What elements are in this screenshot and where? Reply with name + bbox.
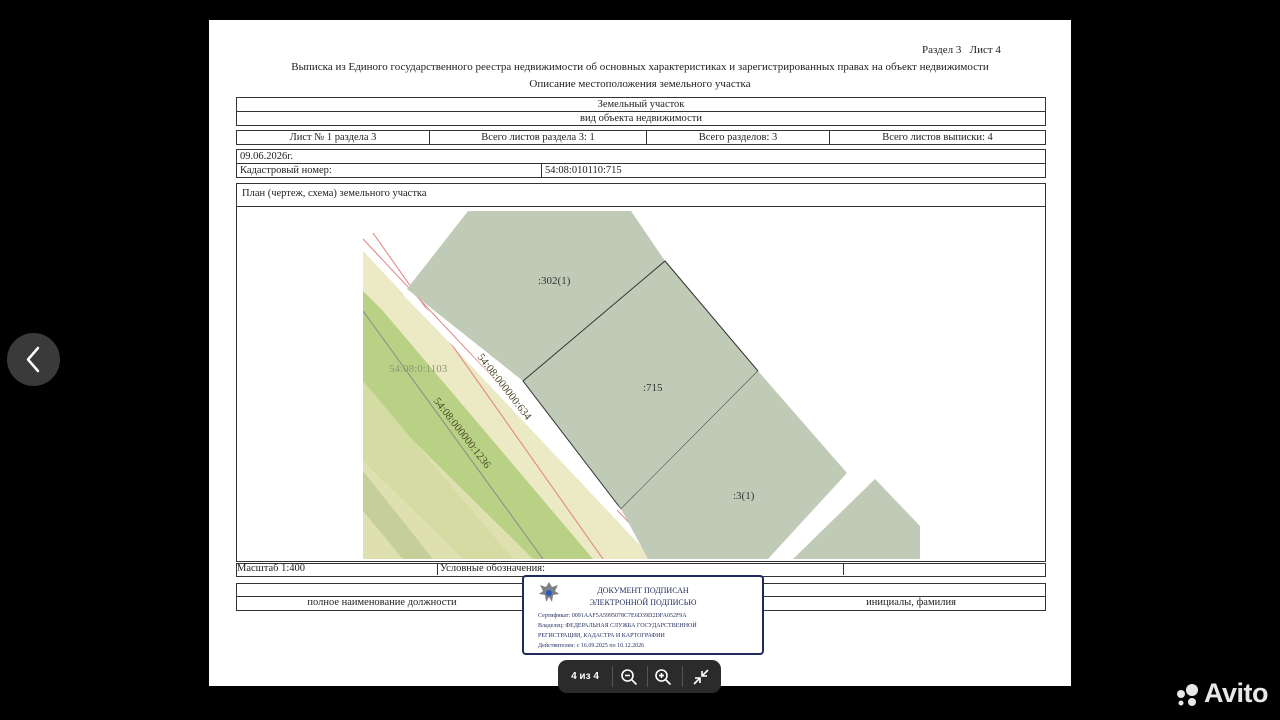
document-subtitle: Описание местоположения земельного участ… xyxy=(529,78,751,90)
extract-date: 09.06.2026г. xyxy=(236,149,1046,164)
stamp-owner-2: РЕГИСТРАЦИИ, КАДАСТРА И КАРТОГРАФИИ xyxy=(538,633,665,639)
back-button[interactable] xyxy=(7,333,60,386)
label-1103: 54:08:0:1103 xyxy=(389,363,448,375)
cadastral-table: 09.06.2026г. Кадастровый номер: 54:08:01… xyxy=(236,149,1046,178)
position-caption: полное наименование должности xyxy=(307,597,457,608)
zoom-out-button[interactable] xyxy=(619,667,639,687)
parcel-715-label: :715 xyxy=(643,382,663,394)
sections-total: Всего разделов: 3 xyxy=(646,130,830,145)
scale-label: Масштаб 1:400 xyxy=(237,563,306,574)
avito-watermark: Avito xyxy=(1174,678,1270,710)
plan-label: План (чертеж, схема) земельного участка xyxy=(242,188,427,199)
toolbar-divider-1 xyxy=(612,666,613,687)
cadastral-number: 54:08:010110:715 xyxy=(541,163,1046,178)
zoom-in-icon xyxy=(655,669,671,685)
section-sheet-header: Раздел 3 Лист 4 xyxy=(922,44,1001,56)
e-signature-stamp: ДОКУМЕНТ ПОДПИСАН ЭЛЕКТРОННОЙ ПОДПИСЬЮ С… xyxy=(522,575,764,655)
object-type-caption: вид объекта недвижимости xyxy=(236,111,1046,126)
initials-caption: инициалы, фамилия xyxy=(866,597,956,608)
document-title: Выписка из Единого государственного реес… xyxy=(291,61,989,73)
toolbar-divider-2 xyxy=(647,666,648,687)
legend-divider xyxy=(437,563,438,575)
stamp-owner-1: Владелец: ФЕДЕРАЛЬНАЯ СЛУЖБА ГОСУДАРСТВЕ… xyxy=(538,623,697,629)
plan-box: План (чертеж, схема) земельного участка … xyxy=(236,183,1046,562)
stamp-line-1: ДОКУМЕНТ ПОДПИСАН xyxy=(597,586,689,595)
chevron-left-icon xyxy=(26,346,40,373)
sheets-total: Всего листов выписки: 4 xyxy=(829,130,1046,145)
page-indicator: 4 из 4 xyxy=(571,671,599,682)
stamp-certificate: Сертификат: 0091AAF5A5995078C7E6D39D2DFA… xyxy=(538,613,687,619)
stamp-line-2: ЭЛЕКТРОННОЙ ПОДПИСЬЮ xyxy=(589,598,697,607)
sheets-in-section: Всего листов раздела 3: 1 xyxy=(429,130,647,145)
object-type-table: Земельный участок вид объекта недвижимос… xyxy=(236,97,1046,126)
toolbar-divider-3 xyxy=(682,666,683,687)
plan-divider xyxy=(237,206,1045,207)
avito-logo-icon xyxy=(1177,684,1198,706)
viewer-toolbar: 4 из 4 xyxy=(558,660,721,693)
sheet-number: Лист № 1 раздела 3 xyxy=(236,130,430,145)
sheets-table: Лист № 1 раздела 3 Всего листов раздела … xyxy=(236,130,1046,145)
document-page: Раздел 3 Лист 4 Выписка из Единого госуд… xyxy=(209,20,1071,686)
legend-label: Условные обозначения: xyxy=(440,563,546,574)
zoom-in-button[interactable] xyxy=(653,667,673,687)
legend-divider-2 xyxy=(843,563,844,575)
zoom-out-icon xyxy=(621,669,637,685)
parcel-3-label: :3(1) xyxy=(733,490,755,502)
object-type: Земельный участок xyxy=(236,97,1046,112)
parcel-302-label: :302(1) xyxy=(538,275,571,287)
stamp-validity: Действителен: с 16.09.2025 по 10.12.2026 xyxy=(538,643,645,649)
collapse-icon xyxy=(693,669,709,685)
collapse-button[interactable] xyxy=(691,667,711,687)
cadastral-label: Кадастровый номер: xyxy=(236,163,542,178)
avito-brand: Avito xyxy=(1204,678,1269,708)
plan-map: :302(1) :715 :3(1) 54:08:0:1103 54:08:00… xyxy=(363,211,920,559)
